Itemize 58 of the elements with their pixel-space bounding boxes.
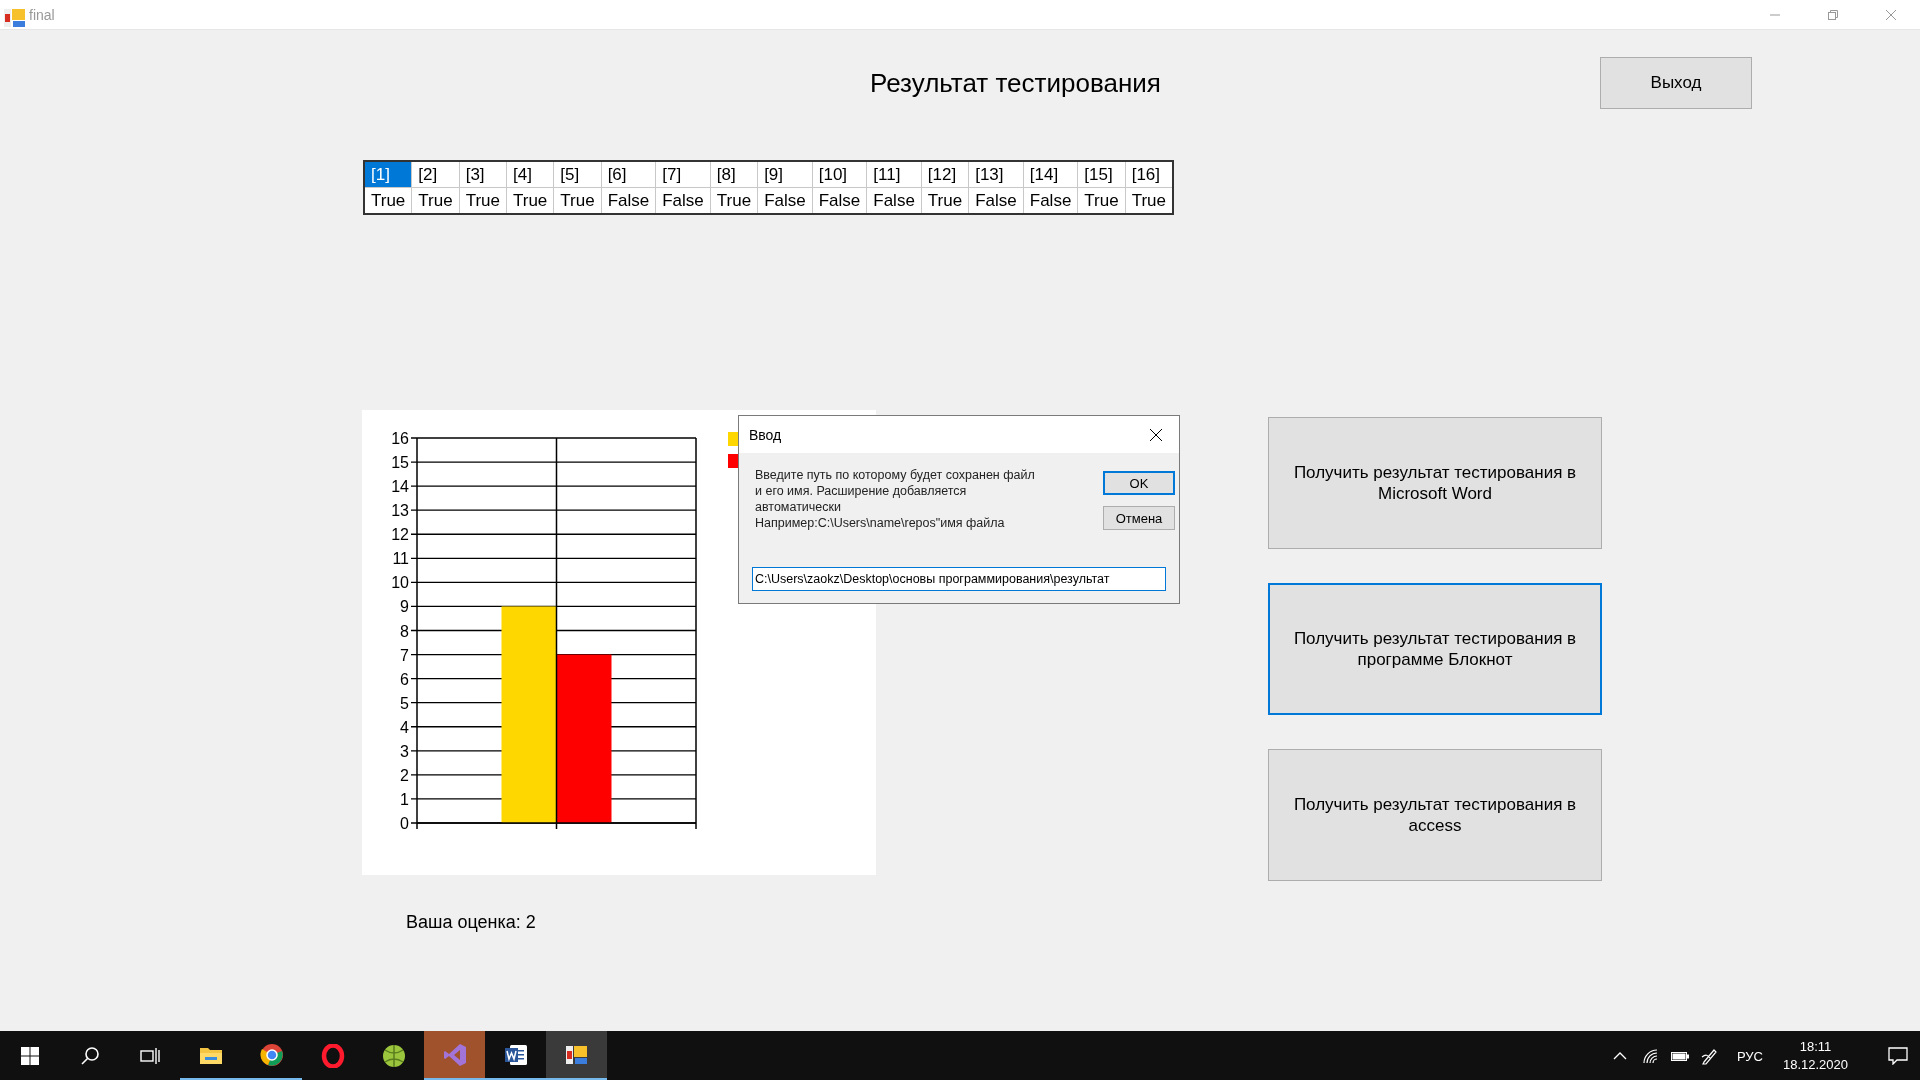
axis-label: 4: [400, 718, 409, 736]
question-number-cell[interactable]: [14]: [1023, 161, 1078, 188]
axis-label: 11: [392, 550, 409, 568]
language-indicator[interactable]: РУС: [1736, 1048, 1763, 1064]
axis-label: 8: [400, 622, 409, 640]
question-number-cell[interactable]: [13]: [968, 161, 1024, 188]
path-input-field[interactable]: C:\Users\zaokz\Desktop\основы программирования\результат: [752, 567, 1166, 591]
axis-label: 5: [400, 694, 409, 712]
page-heading: Результат тестирования: [870, 67, 1161, 99]
question-number-cell[interactable]: [4]: [506, 161, 554, 188]
question-number-cell[interactable]: [7]: [655, 161, 711, 188]
question-number-cell[interactable]: [3]: [459, 161, 507, 188]
axis-label: 12: [391, 526, 409, 544]
close-icon: [1885, 8, 1897, 21]
question-number-cell[interactable]: [5]: [553, 161, 602, 188]
axis-label: 2: [400, 766, 409, 784]
question-number-cell[interactable]: [15]: [1077, 161, 1126, 188]
windows-icon: [21, 1047, 39, 1065]
exit-button[interactable]: Выход: [1600, 57, 1752, 109]
axis-label: 15: [391, 454, 409, 472]
question-number-cell[interactable]: [12]: [921, 161, 969, 188]
axis-label: 0: [400, 815, 409, 832]
question-number-cell[interactable]: [2]: [411, 161, 460, 188]
restore-icon: [1827, 8, 1839, 21]
axis-label: 9: [400, 598, 409, 616]
dialog-title: Ввод: [749, 426, 782, 443]
question-number-cell[interactable]: [8]: [710, 161, 758, 188]
question-number-cell[interactable]: [11]: [866, 161, 922, 188]
grade-label: Ваша оценка: 2: [406, 912, 536, 933]
export-button[interactable]: Получить результат тестирования в access: [1268, 749, 1602, 881]
question-number-cell[interactable]: [9]: [757, 161, 813, 188]
ball-icon: [381, 1044, 406, 1068]
export-button[interactable]: Получить результат тестирования в Microsoft Word: [1268, 417, 1602, 549]
search-icon: [80, 1046, 100, 1066]
globe-icon: [259, 1042, 284, 1067]
export-button[interactable]: Получить результат тестирования в программе Блокнот: [1268, 583, 1602, 715]
word-icon: [503, 1042, 528, 1067]
cancel-button[interactable]: Отмена: [1103, 506, 1175, 530]
ok-button[interactable]: OK: [1103, 471, 1175, 495]
question-number-cell[interactable]: [10]: [812, 161, 867, 188]
axis-label: 1: [400, 790, 409, 808]
taskbar-button[interactable]: [546, 1031, 607, 1080]
studio-icon: [442, 1042, 467, 1067]
axis-label: 6: [400, 670, 409, 688]
axis-label: 7: [400, 646, 409, 664]
dialog-message: Введите путь по которому будет сохранен файл и его имя. Расширение добавляется автоматически Например:C:\Users\name\repos"имя файла: [755, 467, 1036, 531]
task-view-icon: [140, 1047, 160, 1065]
question-number-cell[interactable]: [1]: [364, 161, 412, 188]
ring-icon: [320, 1044, 345, 1068]
axis-label: 3: [400, 742, 409, 760]
axis-label: 14: [391, 478, 409, 496]
window-title: final: [29, 6, 55, 23]
axis-label: 16: [391, 430, 409, 447]
axis-label: 10: [391, 574, 409, 592]
close-icon: [1149, 427, 1163, 442]
axis-label: 13: [391, 502, 409, 520]
clock[interactable]: 18:11 18.12.2020: [1776, 1038, 1854, 1074]
question-number-cell[interactable]: [6]: [601, 161, 656, 188]
